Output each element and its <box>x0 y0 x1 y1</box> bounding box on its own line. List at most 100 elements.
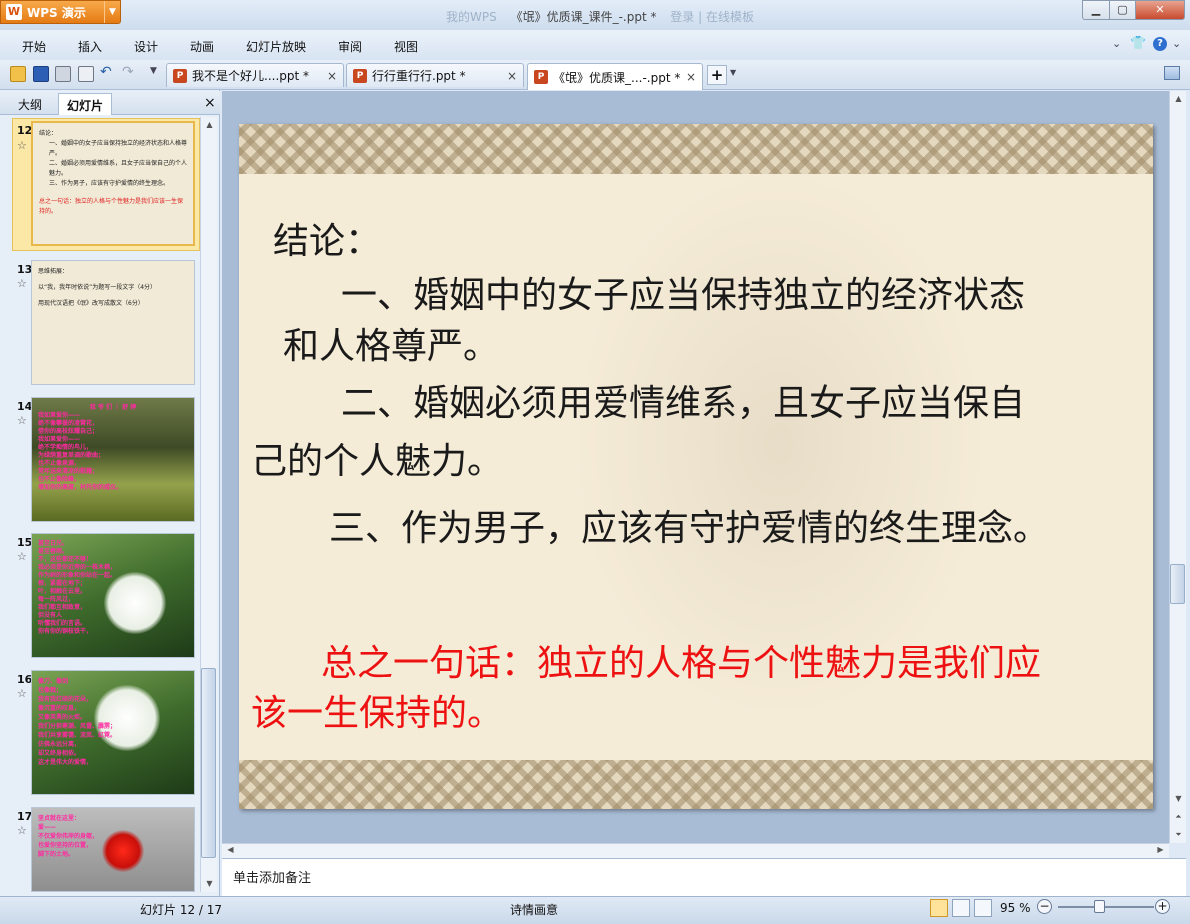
zoom-slider-track[interactable] <box>1058 906 1154 908</box>
scrollbar-thumb[interactable] <box>201 668 216 858</box>
notes-pane[interactable] <box>222 858 1186 896</box>
slide-thumbnail-16[interactable]: 像刀、像剑 也像戟； 我有我红硕的花朵， 像沉重的叹息， 又像英勇的火炬。 我们… <box>31 670 195 795</box>
chevron-down-icon[interactable]: ▼ <box>104 1 120 23</box>
scroll-right-icon[interactable]: ▶ <box>1152 843 1169 857</box>
thumb-line: 也不止像泉源， <box>38 460 81 467</box>
previous-slide-icon[interactable]: ⏶ <box>1170 809 1187 825</box>
thumb-line: 常年送来清凉的慰藉； <box>38 468 99 475</box>
scroll-left-icon[interactable]: ◀ <box>222 843 239 857</box>
menu-view[interactable]: 视图 <box>394 38 418 55</box>
notes-placeholder[interactable]: 单击添加备注 <box>233 867 311 886</box>
slide-summary[interactable]: 总之一句话：独立的人格与个性魅力是我们应 <box>321 634 1041 686</box>
zoom-out-icon[interactable]: − <box>1037 899 1052 914</box>
tab-document-3[interactable]: P 《氓》优质课_...-.ppt * × <box>527 63 703 90</box>
maximize-button[interactable]: ▢ <box>1109 0 1136 20</box>
slide-point-2[interactable]: 二、婚姻必须用爱情维系，且女子应当保自 <box>341 374 1025 426</box>
theme-name[interactable]: 诗情画意 <box>510 901 558 918</box>
thumb-title: 我 爷 们 ｜ 舒 婷 <box>89 404 137 411</box>
thumb-line: 像沉重的叹息， <box>38 705 81 712</box>
tab-document-1[interactable]: P 我不是个好儿....ppt * × <box>166 63 344 87</box>
slide-thumbnail-15[interactable]: 甚至日光。 甚至春雨。 不，这些都还不够！ 我必须是你近旁的一株木棉， 作为树的… <box>31 533 195 658</box>
thumb-line: 也像戟； <box>38 687 63 694</box>
open-folder-icon[interactable] <box>10 66 26 82</box>
horizontal-scrollbar[interactable]: ◀ ▶ <box>222 843 1169 858</box>
close-window-button[interactable]: ✕ <box>1135 0 1185 20</box>
save-icon[interactable] <box>33 66 49 82</box>
panel-toggle-icon[interactable] <box>1164 66 1180 80</box>
slide-point-1-cont[interactable]: 和人格尊严。 <box>283 317 499 369</box>
skin-icon[interactable]: 👕 <box>1130 36 1146 51</box>
star-icon: ☆ <box>17 139 27 152</box>
undo-icon[interactable]: ↶ <box>100 64 112 80</box>
slide-point-2-cont[interactable]: 己的个人魅力。 <box>251 432 503 484</box>
zoom-in-icon[interactable]: + <box>1155 899 1170 914</box>
chevron-down-icon[interactable]: ▼ <box>730 68 736 77</box>
chevron-down-icon[interactable]: ⌄ <box>1172 37 1181 50</box>
star-icon: ☆ <box>17 550 27 563</box>
zoom-slider-knob[interactable] <box>1094 900 1105 913</box>
menu-animation[interactable]: 动画 <box>190 38 214 55</box>
menu-slideshow[interactable]: 幻灯片放映 <box>246 38 306 55</box>
print-icon[interactable] <box>55 66 71 82</box>
menu-design[interactable]: 设计 <box>134 38 158 55</box>
zoom-level[interactable]: 95 % <box>1000 901 1031 915</box>
close-icon[interactable]: × <box>327 69 337 83</box>
slide-heading[interactable]: 结论： <box>273 212 381 264</box>
minimize-button[interactable]: ▁ <box>1082 0 1110 20</box>
scroll-up-icon[interactable]: ▲ <box>1170 91 1187 107</box>
tab-outline[interactable]: 大纲 <box>10 93 50 115</box>
thumb-line: 根，紧握在地下； <box>38 580 87 587</box>
thumb-line: 我如果爱你—— <box>38 412 81 419</box>
close-icon[interactable]: × <box>686 70 696 84</box>
slide-thumbnail-17[interactable]: 坚贞就在这里： 爱—— 不仅爱你伟岸的身躯， 也爱你坚持的位置， 脚下的土地。 <box>31 807 195 892</box>
thumb-line: 却又终身相依。 <box>38 750 81 757</box>
slide-point-1[interactable]: 一、婚姻中的女子应当保持独立的经济状态 <box>341 266 1025 318</box>
thumb-line: 思维拓展： <box>38 268 69 275</box>
menu-review[interactable]: 审阅 <box>338 38 362 55</box>
star-icon: ☆ <box>17 687 27 700</box>
menu-insert[interactable]: 插入 <box>78 38 102 55</box>
thumb-line: 三、作为男子，应该有守护爱情的终生理念。 <box>49 180 170 187</box>
star-icon: ☆ <box>17 414 27 427</box>
close-icon[interactable]: × <box>507 69 517 83</box>
slide-thumbnail-13[interactable]: 思维拓展： 以“我，我年时依说”为题写一段文字（4分） 用现代汉语把《氓》改写成… <box>31 260 195 385</box>
menu-home[interactable]: 开始 <box>22 38 46 55</box>
slide-sorter-icon[interactable] <box>952 899 970 917</box>
scroll-down-icon[interactable]: ▼ <box>1170 791 1187 807</box>
chevron-down-icon[interactable]: ▼ <box>150 66 157 76</box>
print-preview-icon[interactable] <box>78 66 94 82</box>
close-icon[interactable]: × <box>204 95 216 111</box>
next-slide-icon[interactable]: ⏷ <box>1170 827 1187 843</box>
thumb-line: 结论： <box>39 130 58 137</box>
tab-label: 《氓》优质课_...-.ppt * <box>553 70 681 85</box>
slide-thumbnail-12[interactable]: 结论： 一、婚姻中的女子应当保持独立的经济状态和人格尊严。 二、婚姻必须用爱情维… <box>31 121 195 246</box>
thumb-line: 每一阵风过， <box>38 596 75 603</box>
tab-label: 我不是个好儿....ppt * <box>192 69 310 83</box>
menu-bar <box>0 30 1190 60</box>
scroll-up-icon[interactable]: ▲ <box>201 117 218 133</box>
thumb-line: 借你的高枝炫耀自己； <box>38 428 99 435</box>
wps-app-button[interactable]: W WPS 演示 ▼ <box>0 0 121 24</box>
normal-view-icon[interactable] <box>930 899 948 917</box>
ppt-file-icon: P <box>353 68 367 83</box>
thumb-line: 听懂我们的言语。 <box>38 620 87 627</box>
decorative-border-bottom <box>239 760 1153 809</box>
editor-scrollbar[interactable]: ▲ ▼ ⏶ ⏷ <box>1169 91 1186 843</box>
slide-thumbnail-14[interactable]: 我 爷 们 ｜ 舒 婷 我如果爱你—— 绝不像攀援的凌霄花， 借你的高枝炫耀自己… <box>31 397 195 522</box>
thumb-line: 但没有人 <box>38 612 63 619</box>
tab-document-2[interactable]: P 行行重行行.ppt * × <box>346 63 524 87</box>
scroll-down-icon[interactable]: ▼ <box>201 876 218 892</box>
tab-slides[interactable]: 幻灯片 <box>58 93 113 115</box>
chevron-down-icon[interactable]: ⌄ <box>1112 37 1121 50</box>
slide-point-3[interactable]: 三、作为男子，应该有守护爱情的终生理念。 <box>329 499 1049 551</box>
thumb-line: 我们分担寒潮、风雷、霹雳； <box>38 723 117 730</box>
redo-icon[interactable]: ↷ <box>122 64 134 80</box>
slide-canvas[interactable]: 结论： 一、婚姻中的女子应当保持独立的经济状态 和人格尊严。 二、婚姻必须用爱情… <box>239 124 1153 809</box>
decorative-border-top <box>239 124 1153 174</box>
slide-summary-cont[interactable]: 该一生保持的。 <box>251 684 503 736</box>
thumb-line: 绝不学痴情的鸟儿， <box>38 444 93 451</box>
scrollbar-thumb[interactable] <box>1170 564 1185 604</box>
help-icon[interactable]: ? <box>1153 37 1167 51</box>
slideshow-play-icon[interactable] <box>974 899 992 917</box>
new-tab-button[interactable]: + <box>707 65 727 85</box>
